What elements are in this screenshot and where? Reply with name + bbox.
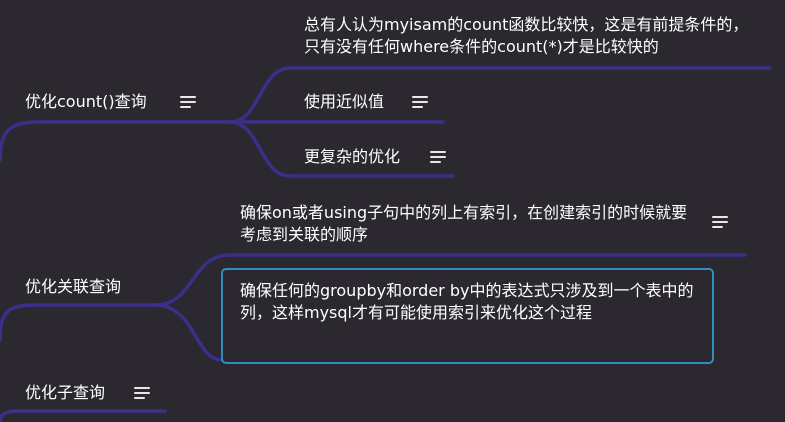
subtopic-complex-optimization[interactable]: 更复杂的优化 [304,146,400,168]
connector-topic2-root [0,303,37,342]
notes-icon[interactable] [430,151,446,163]
notes-icon[interactable] [134,387,150,399]
topic-optimize-count[interactable]: 优化count()查询 [25,91,147,113]
notes-icon[interactable] [180,96,196,108]
subtopic-groupby-orderby[interactable]: 确保任何的groupby和order by中的表达式只涉及到一个表中的列，这样m… [240,280,700,324]
mind-map-canvas: 优化count()查询 总有人认为myisam的count函数比较快，这是有前提… [0,0,785,422]
subtopic-join-index[interactable]: 确保on或者using子句中的列上有索引，在创建索引的时候就要考虑到关联的顺序 [240,202,700,246]
underline-topic-subquery [0,409,167,422]
subtopic-approximate-value[interactable]: 使用近似值 [304,91,384,113]
notes-icon[interactable] [412,96,428,108]
connector-topic1-root [0,120,42,162]
topic-optimize-join[interactable]: 优化关联查询 [25,276,121,298]
topic-optimize-subquery[interactable]: 优化子查询 [25,382,105,404]
connector-join-child2 [153,303,224,362]
subtopic-count-premise[interactable]: 总有人认为myisam的count函数比较快，这是有前提条件的，只有没有任何wh… [304,14,764,58]
notes-icon[interactable] [712,216,728,228]
